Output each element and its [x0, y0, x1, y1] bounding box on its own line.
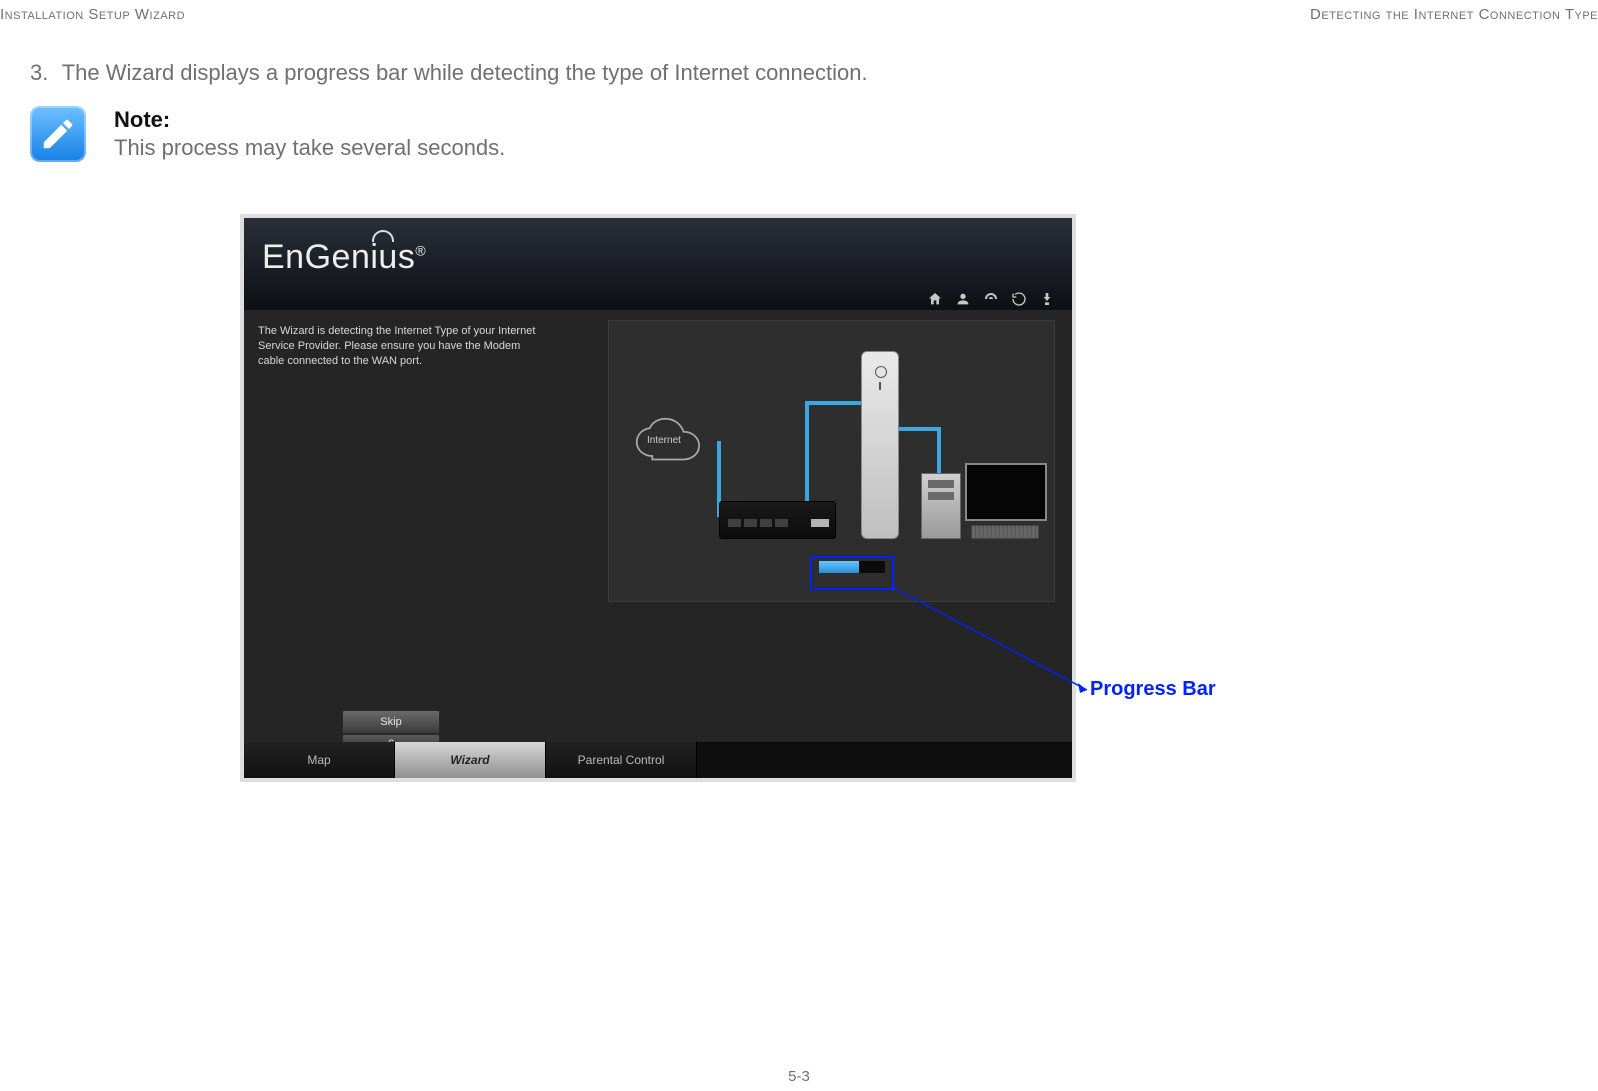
monitor-icon [965, 463, 1043, 537]
home-icon[interactable] [926, 290, 944, 308]
screenshot-topbar: EnGenius® [244, 218, 1072, 310]
tab-wizard[interactable]: Wizard [395, 742, 546, 778]
internet-cloud-label: Internet [647, 435, 681, 446]
network-icon[interactable] [982, 290, 1000, 308]
router-wizard-screenshot: EnGenius® The Wizard is detecting the In… [240, 214, 1076, 782]
note-title: Note: [114, 106, 505, 134]
page-number: 5-3 [0, 1068, 1598, 1085]
step-number: 3. [30, 60, 56, 86]
user-icon[interactable] [954, 290, 972, 308]
bottom-tab-bar: Map Wizard Parental Control [244, 742, 1072, 778]
pc-tower-icon [921, 473, 961, 539]
usb-icon[interactable] [1038, 290, 1056, 308]
page-header-right: Detecting the Internet Connection Type [1310, 6, 1598, 23]
top-icon-row [926, 290, 1056, 308]
note-pencil-icon [30, 106, 86, 162]
tab-map[interactable]: Map [244, 742, 395, 778]
step-text: The Wizard displays a progress bar while… [62, 60, 868, 85]
note-body: This process may take several seconds. [114, 134, 505, 162]
wizard-status-text: The Wizard is detecting the Internet Typ… [258, 324, 548, 369]
brand-text-2: us [378, 238, 415, 276]
note-block: Note: This process may take several seco… [30, 106, 505, 162]
step-line: 3. The Wizard displays a progress bar wh… [30, 60, 1568, 86]
brand-registered: ® [415, 243, 426, 259]
router-device-icon [719, 501, 836, 539]
connection-diagram: Internet [608, 320, 1055, 602]
modem-tower-icon [861, 351, 899, 539]
screenshot-body: The Wizard is detecting the Internet Typ… [244, 310, 1072, 742]
skip-button[interactable]: Skip [342, 710, 440, 734]
callout-label-progress-bar: Progress Bar [1090, 678, 1216, 701]
refresh-icon[interactable] [1010, 290, 1028, 308]
brand-logo: EnGenius® [262, 238, 426, 277]
brand-text-1: EnGen [262, 238, 370, 276]
tab-parental-control[interactable]: Parental Control [546, 742, 697, 778]
page-header-left: Installation Setup Wizard [0, 6, 185, 23]
detect-progress-bar [819, 561, 885, 573]
brand-text-i: i [370, 238, 378, 277]
